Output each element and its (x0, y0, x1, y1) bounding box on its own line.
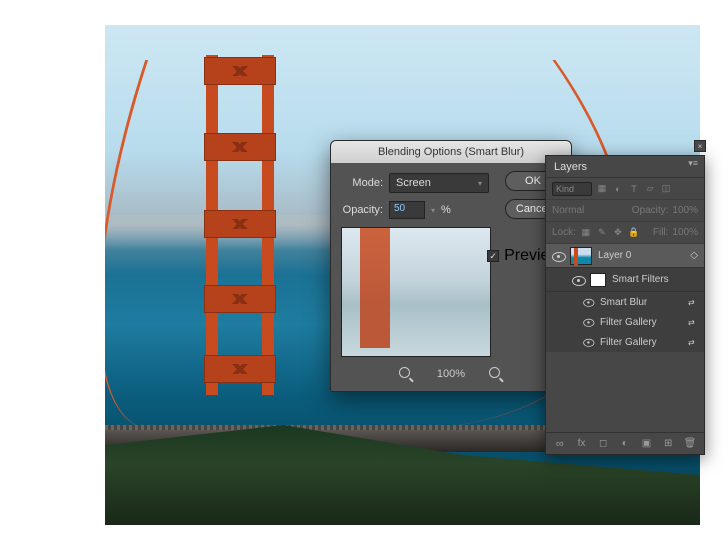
filter-blend-icon[interactable]: ⇄ (688, 298, 698, 307)
adjustment-layer-icon[interactable]: ◐ (619, 438, 631, 450)
panel-collapse-icon[interactable]: × (694, 140, 706, 152)
opacity-input[interactable]: 50 (389, 201, 425, 219)
layer-kind-select[interactable]: Kind (552, 182, 592, 196)
lock-transparency-icon[interactable]: ▦ (580, 227, 592, 239)
layer-thumbnail[interactable] (570, 247, 592, 265)
opacity-label: Opacity: (341, 204, 383, 216)
filter-item-gallery-1[interactable]: Filter Gallery ⇄ (546, 312, 704, 332)
layer-group-icon[interactable]: ▣ (641, 438, 653, 450)
filter-blend-icon[interactable]: ⇄ (688, 338, 698, 347)
lock-label: Lock: (552, 227, 576, 238)
layer-style-icon[interactable]: fx (576, 438, 588, 450)
smart-object-icon: ◇ (690, 250, 698, 261)
zoom-in-icon[interactable] (489, 367, 503, 381)
layer-item-layer0[interactable]: Layer 0 ◇ (546, 244, 704, 268)
fill-value[interactable]: 100% (672, 227, 698, 238)
preview-checkbox[interactable]: ✓ (487, 250, 499, 262)
filter-adjust-icon[interactable]: ◐ (612, 183, 624, 195)
filter-preview (341, 227, 491, 357)
layer-mask-icon[interactable]: ◻ (597, 438, 609, 450)
filter-item-gallery-2[interactable]: Filter Gallery ⇄ (546, 332, 704, 352)
mode-value: Screen (396, 177, 431, 189)
filter-smart-icon[interactable]: ◫ (660, 183, 672, 195)
visibility-toggle-icon[interactable] (572, 274, 584, 286)
layer-name: Layer 0 (598, 250, 631, 261)
visibility-toggle-icon[interactable] (552, 250, 564, 262)
filter-type-icon[interactable]: T (628, 183, 640, 195)
panel-menu-icon[interactable]: ▾≡ (688, 158, 698, 169)
mode-label: Mode: (341, 177, 383, 189)
layers-panel: × Layers ▾≡ Kind ▦ ◐ T ▱ ◫ Normal Opacit… (545, 155, 705, 455)
filter-item-smart-blur[interactable]: Smart Blur ⇄ (546, 292, 704, 312)
filter-mask-thumbnail[interactable] (590, 273, 606, 287)
zoom-out-icon[interactable] (399, 367, 413, 381)
layer-opacity-label: Opacity: (632, 205, 669, 216)
chevron-down-icon: ▾ (478, 179, 482, 188)
filter-blend-icon[interactable]: ⇄ (688, 318, 698, 327)
delete-layer-icon[interactable]: 🗑 (684, 438, 696, 450)
opacity-chevron-icon[interactable]: ▾ (431, 206, 435, 215)
zoom-level: 100% (437, 368, 465, 380)
layer-opacity-value[interactable]: 100% (672, 205, 698, 216)
smart-filters-group[interactable]: Smart Filters (546, 268, 704, 292)
link-layers-icon[interactable] (554, 438, 566, 450)
visibility-toggle-icon[interactable] (583, 337, 593, 347)
mode-select[interactable]: Screen ▾ (389, 173, 489, 193)
opacity-unit: % (441, 204, 451, 216)
new-layer-icon[interactable]: ⊞ (662, 438, 674, 450)
layers-tab[interactable]: Layers (554, 161, 587, 173)
visibility-toggle-icon[interactable] (583, 297, 593, 307)
filter-shape-icon[interactable]: ▱ (644, 183, 656, 195)
bridge-tower (200, 25, 280, 395)
smart-filters-label: Smart Filters (612, 274, 669, 285)
dialog-title: Blending Options (Smart Blur) (378, 146, 524, 158)
visibility-toggle-icon[interactable] (583, 317, 593, 327)
lock-pixels-icon[interactable]: ✎ (596, 227, 608, 239)
dialog-titlebar[interactable]: Blending Options (Smart Blur) (331, 141, 571, 163)
lock-position-icon[interactable]: ✥ (612, 227, 624, 239)
lock-all-icon[interactable]: 🔒 (628, 227, 640, 239)
layers-footer: fx ◻ ◐ ▣ ⊞ 🗑 (546, 432, 704, 454)
fill-label: Fill: (653, 227, 669, 238)
blend-mode-select[interactable]: Normal (552, 205, 584, 216)
blending-options-dialog: Blending Options (Smart Blur) Mode: Scre… (330, 140, 572, 392)
layer-list: Layer 0 ◇ Smart Filters Smart Blur ⇄ Fil… (546, 244, 704, 352)
filter-pixel-icon[interactable]: ▦ (596, 183, 608, 195)
